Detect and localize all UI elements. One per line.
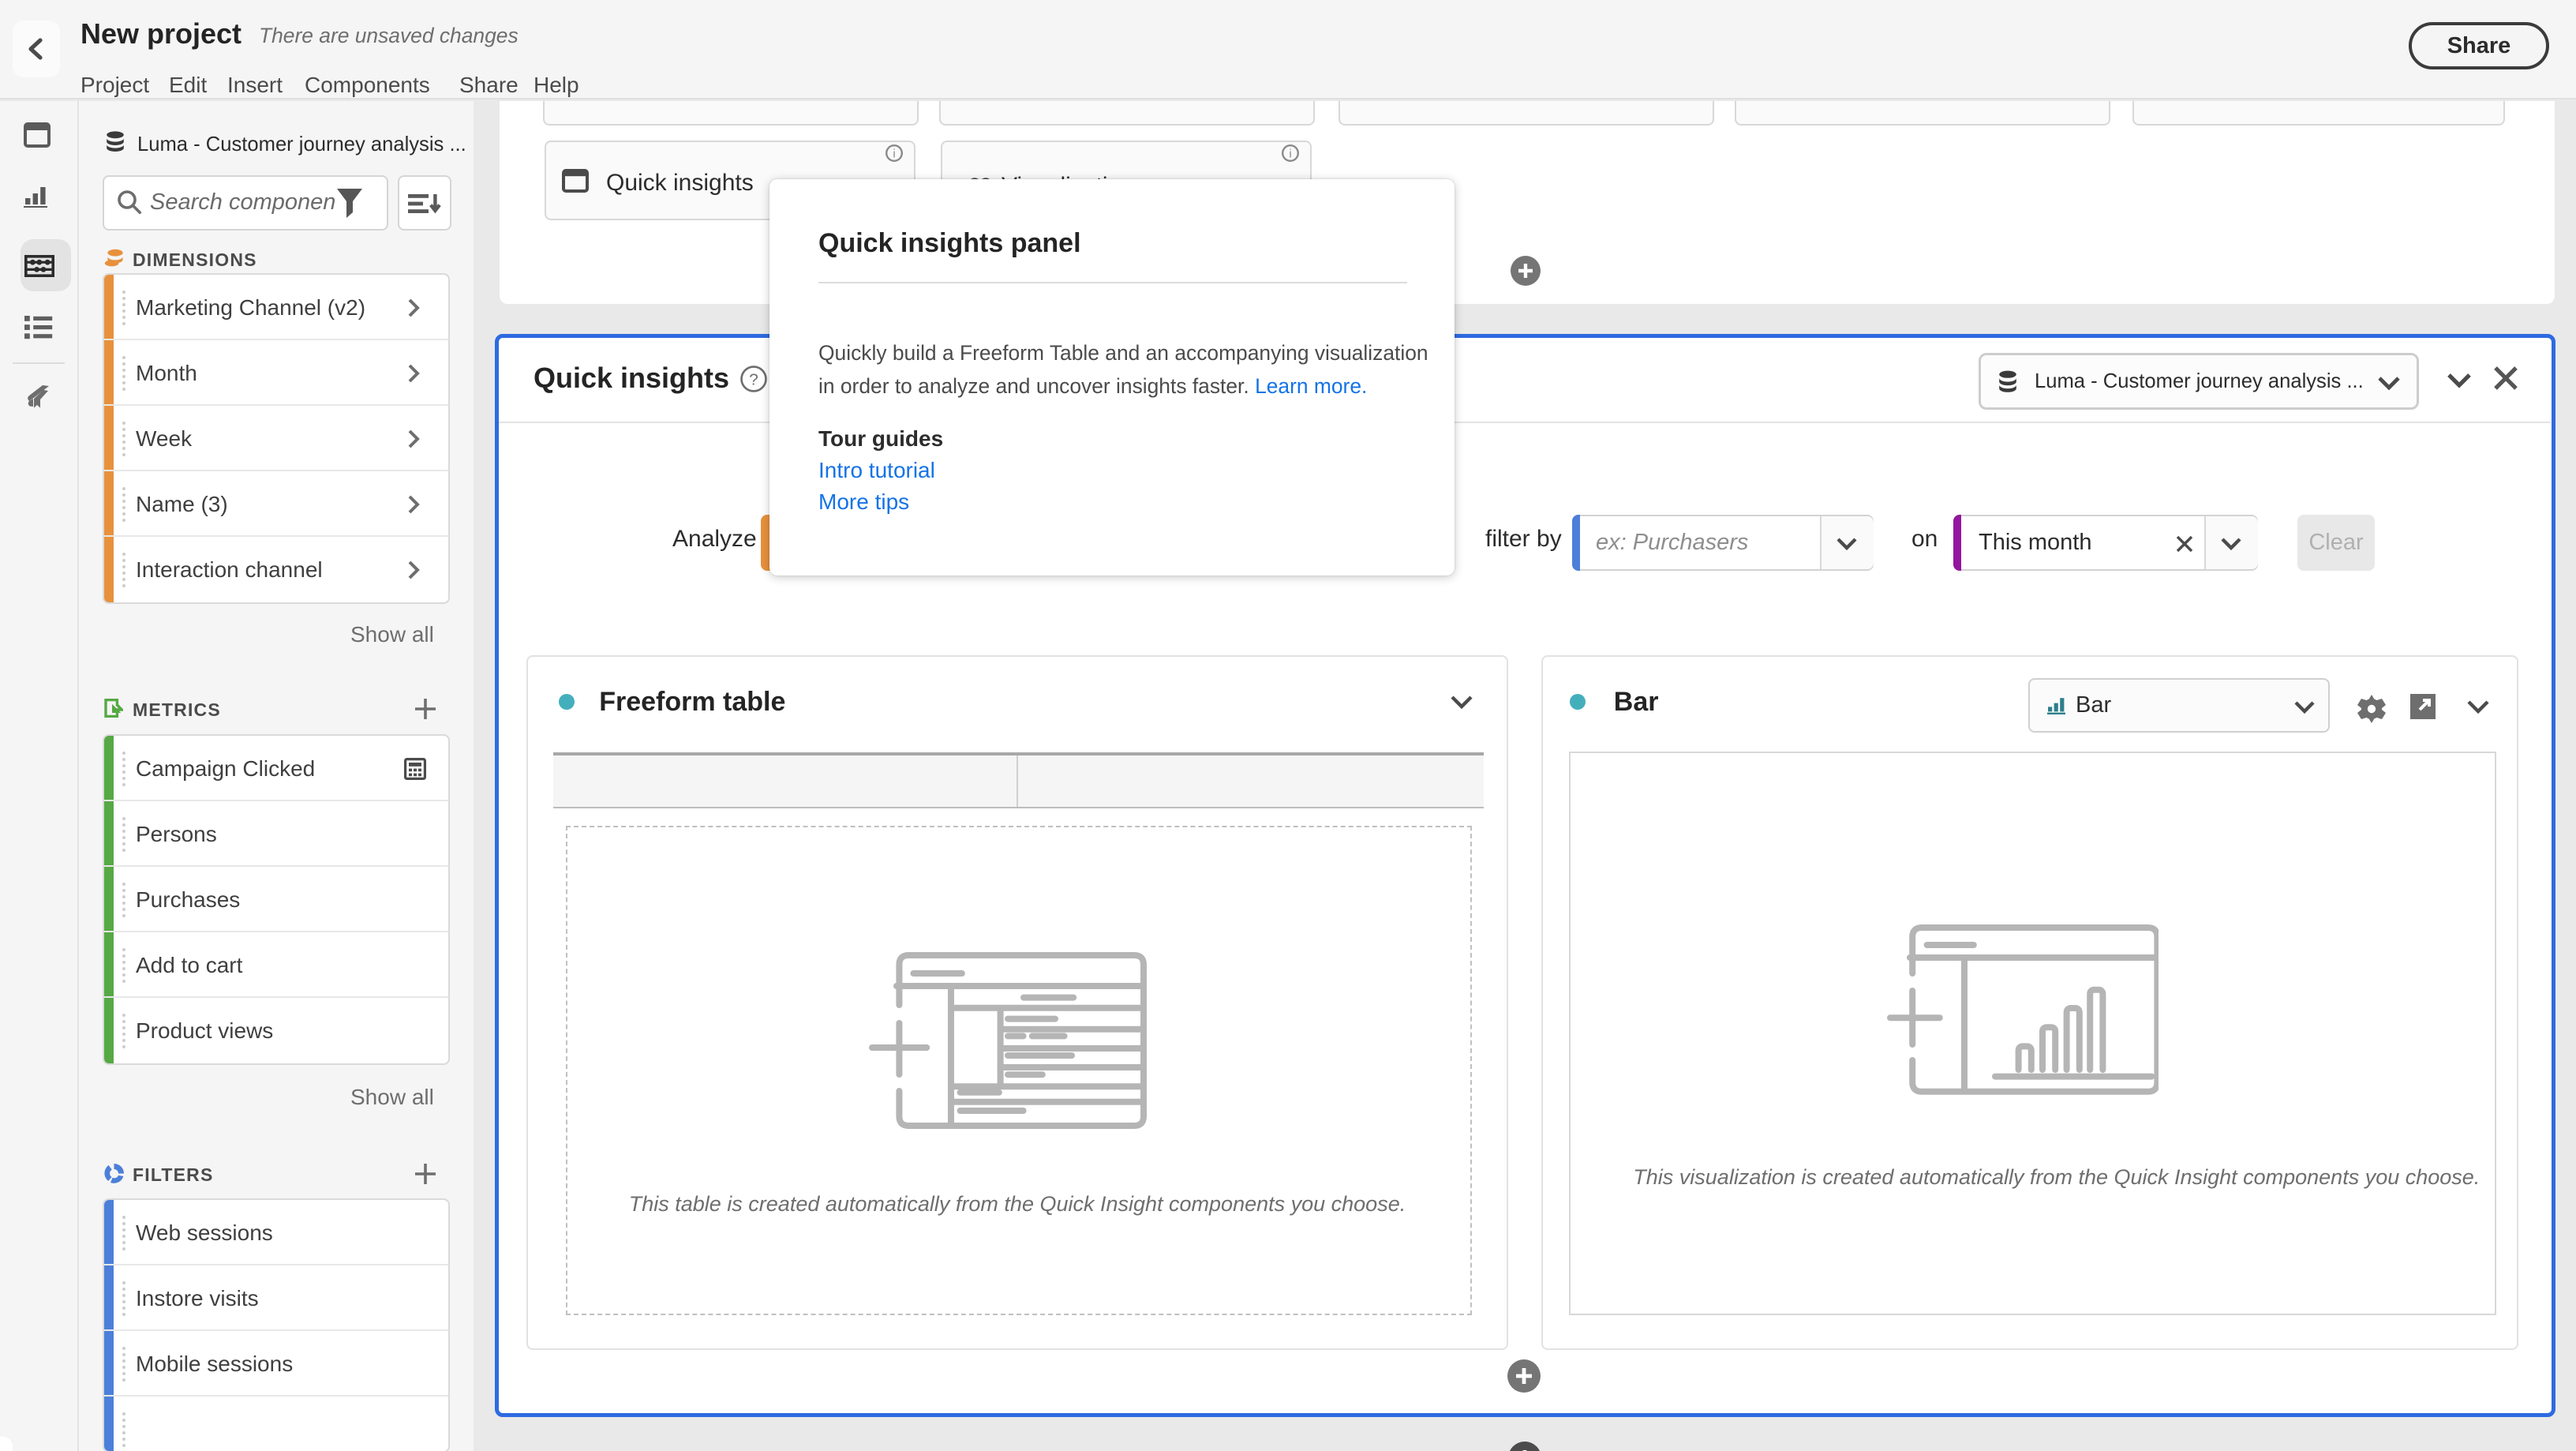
svg-text:i: i [893, 147, 895, 160]
svg-text:i: i [1289, 147, 1291, 160]
svg-text:?: ? [749, 371, 758, 389]
